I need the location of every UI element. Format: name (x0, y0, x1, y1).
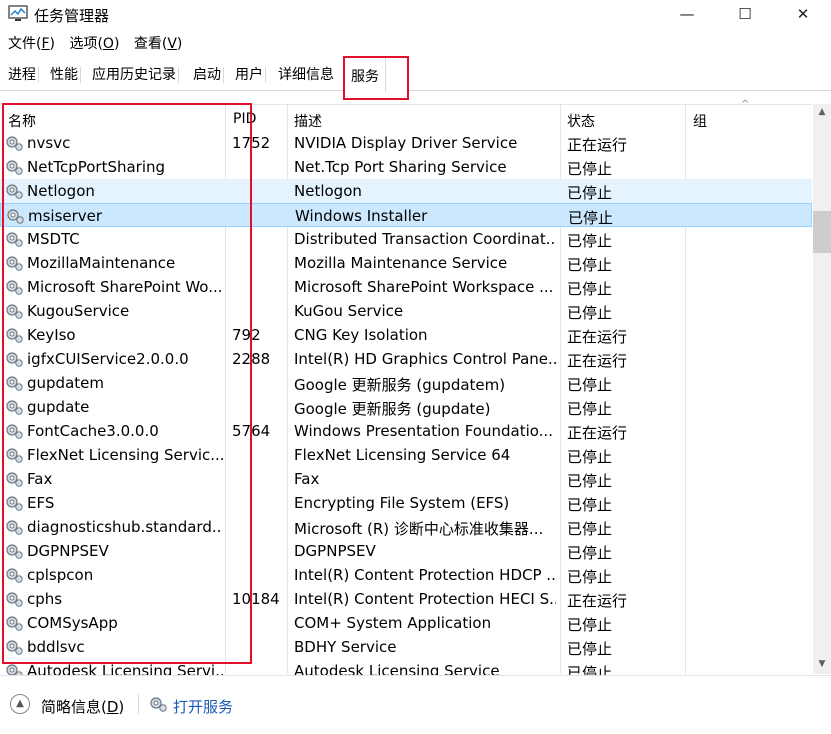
scroll-up-arrow-icon[interactable]: ▲ (813, 104, 831, 120)
service-status: 已停止 (567, 544, 613, 562)
menu-options[interactable]: 选项(O) (69, 33, 119, 53)
column-status[interactable]: 状态 (567, 111, 595, 131)
service-status: 已停止 (567, 232, 613, 250)
service-description: Intel(R) Content Protection HDCP ... (294, 566, 556, 584)
minimize-button[interactable]: — (658, 0, 716, 28)
service-status: 已停止 (567, 304, 613, 322)
service-status: 已停止 (567, 160, 613, 178)
service-description: Google 更新服务 (gupdatem) (294, 376, 506, 394)
service-status: 正在运行 (567, 424, 628, 442)
service-description: KuGou Service (294, 302, 404, 320)
maximize-button[interactable]: ☐ (716, 0, 774, 28)
service-description: COM+ System Application (294, 614, 492, 632)
service-status: 已停止 (567, 664, 613, 675)
tab-performance[interactable]: 性能 (50, 62, 81, 88)
service-description: Google 更新服务 (gupdate) (294, 400, 491, 418)
services-gear-icon (150, 697, 167, 712)
close-button[interactable]: ✕ (774, 0, 831, 28)
service-status: 正在运行 (567, 352, 628, 370)
column-description[interactable]: 描述 (294, 111, 322, 131)
tab-services-label: 服务 (351, 69, 379, 85)
collapse-chevron-icon[interactable]: ▲ (10, 694, 30, 714)
service-description: NVIDIA Display Driver Service (294, 134, 518, 152)
sort-ascending-icon: ^ (741, 99, 750, 110)
tab-services[interactable]: 服务 (343, 56, 409, 100)
tab-startup[interactable]: 启动 (193, 62, 224, 88)
brief-info-button[interactable]: 简略信息(D) (41, 696, 124, 717)
tab-processes[interactable]: 进程 (8, 62, 39, 88)
service-description: Autodesk Licensing Service (294, 662, 500, 675)
tab-users[interactable]: 用户 (235, 62, 266, 88)
service-description: DGPNPSEV (294, 542, 376, 560)
service-status: 已停止 (567, 616, 613, 634)
service-status: 已停止 (567, 448, 613, 466)
service-status: 已停止 (567, 184, 613, 202)
service-description: FlexNet Licensing Service 64 (294, 446, 511, 464)
open-services-link[interactable]: 打开服务 (173, 696, 233, 717)
tab-bar: 进程 性能 应用历史记录 启动 用户 详细信息 (0, 58, 831, 91)
service-status: 已停止 (568, 209, 614, 227)
service-status: 正在运行 (567, 592, 628, 610)
service-status: 已停止 (567, 400, 613, 418)
service-status: 已停止 (567, 280, 613, 298)
service-description: Fax (294, 470, 320, 488)
service-description: CNG Key Isolation (294, 326, 428, 344)
vertical-scrollbar[interactable] (813, 104, 831, 674)
service-status: 已停止 (567, 376, 613, 394)
service-status: 已停止 (567, 520, 613, 538)
service-status: 已停止 (567, 472, 613, 490)
menu-file[interactable]: 文件(F) (8, 33, 55, 53)
service-description: Intel(R) Content Protection HECI S... (294, 590, 556, 608)
service-status: 已停止 (567, 640, 613, 658)
window-title: 任务管理器 (34, 7, 110, 25)
service-status: 已停止 (567, 568, 613, 586)
service-description: Microsoft SharePoint Workspace ... (294, 278, 554, 296)
service-description: Windows Presentation Foundatio... (294, 422, 553, 440)
service-description: Netlogon (294, 182, 362, 200)
menu-view[interactable]: 查看(V) (134, 33, 183, 53)
highlight-box (2, 103, 252, 664)
service-status: 已停止 (567, 496, 613, 514)
service-description: Distributed Transaction Coordinat... (294, 230, 556, 248)
scrollbar-thumb[interactable] (813, 211, 831, 253)
service-description: BDHY Service (294, 638, 397, 656)
service-description: Windows Installer (295, 207, 428, 225)
service-status: 正在运行 (567, 136, 628, 154)
service-description: Intel(R) HD Graphics Control Pane... (294, 350, 556, 368)
column-group[interactable]: 组 (693, 111, 707, 131)
service-status: 正在运行 (567, 328, 628, 346)
tab-app-history[interactable]: 应用历史记录 (92, 62, 179, 88)
tab-details[interactable]: 详细信息 (278, 62, 334, 88)
scroll-down-arrow-icon[interactable]: ▼ (813, 656, 831, 672)
menu-bar: 文件(F) 选项(O) 查看(V) (0, 33, 184, 57)
footer-bar: ▲ 简略信息(D) 打开服务 (0, 675, 831, 734)
service-status: 已停止 (567, 256, 613, 274)
footer-divider (138, 694, 139, 714)
service-description: Net.Tcp Port Sharing Service (294, 158, 507, 176)
service-description: Mozilla Maintenance Service (294, 254, 508, 272)
title-bar: 任务管理器 — ☐ ✕ (0, 0, 831, 30)
task-manager-icon (8, 5, 28, 21)
service-description: Encrypting File System (EFS) (294, 494, 510, 512)
service-description: Microsoft (R) 诊断中心标准收集器... (294, 520, 544, 538)
